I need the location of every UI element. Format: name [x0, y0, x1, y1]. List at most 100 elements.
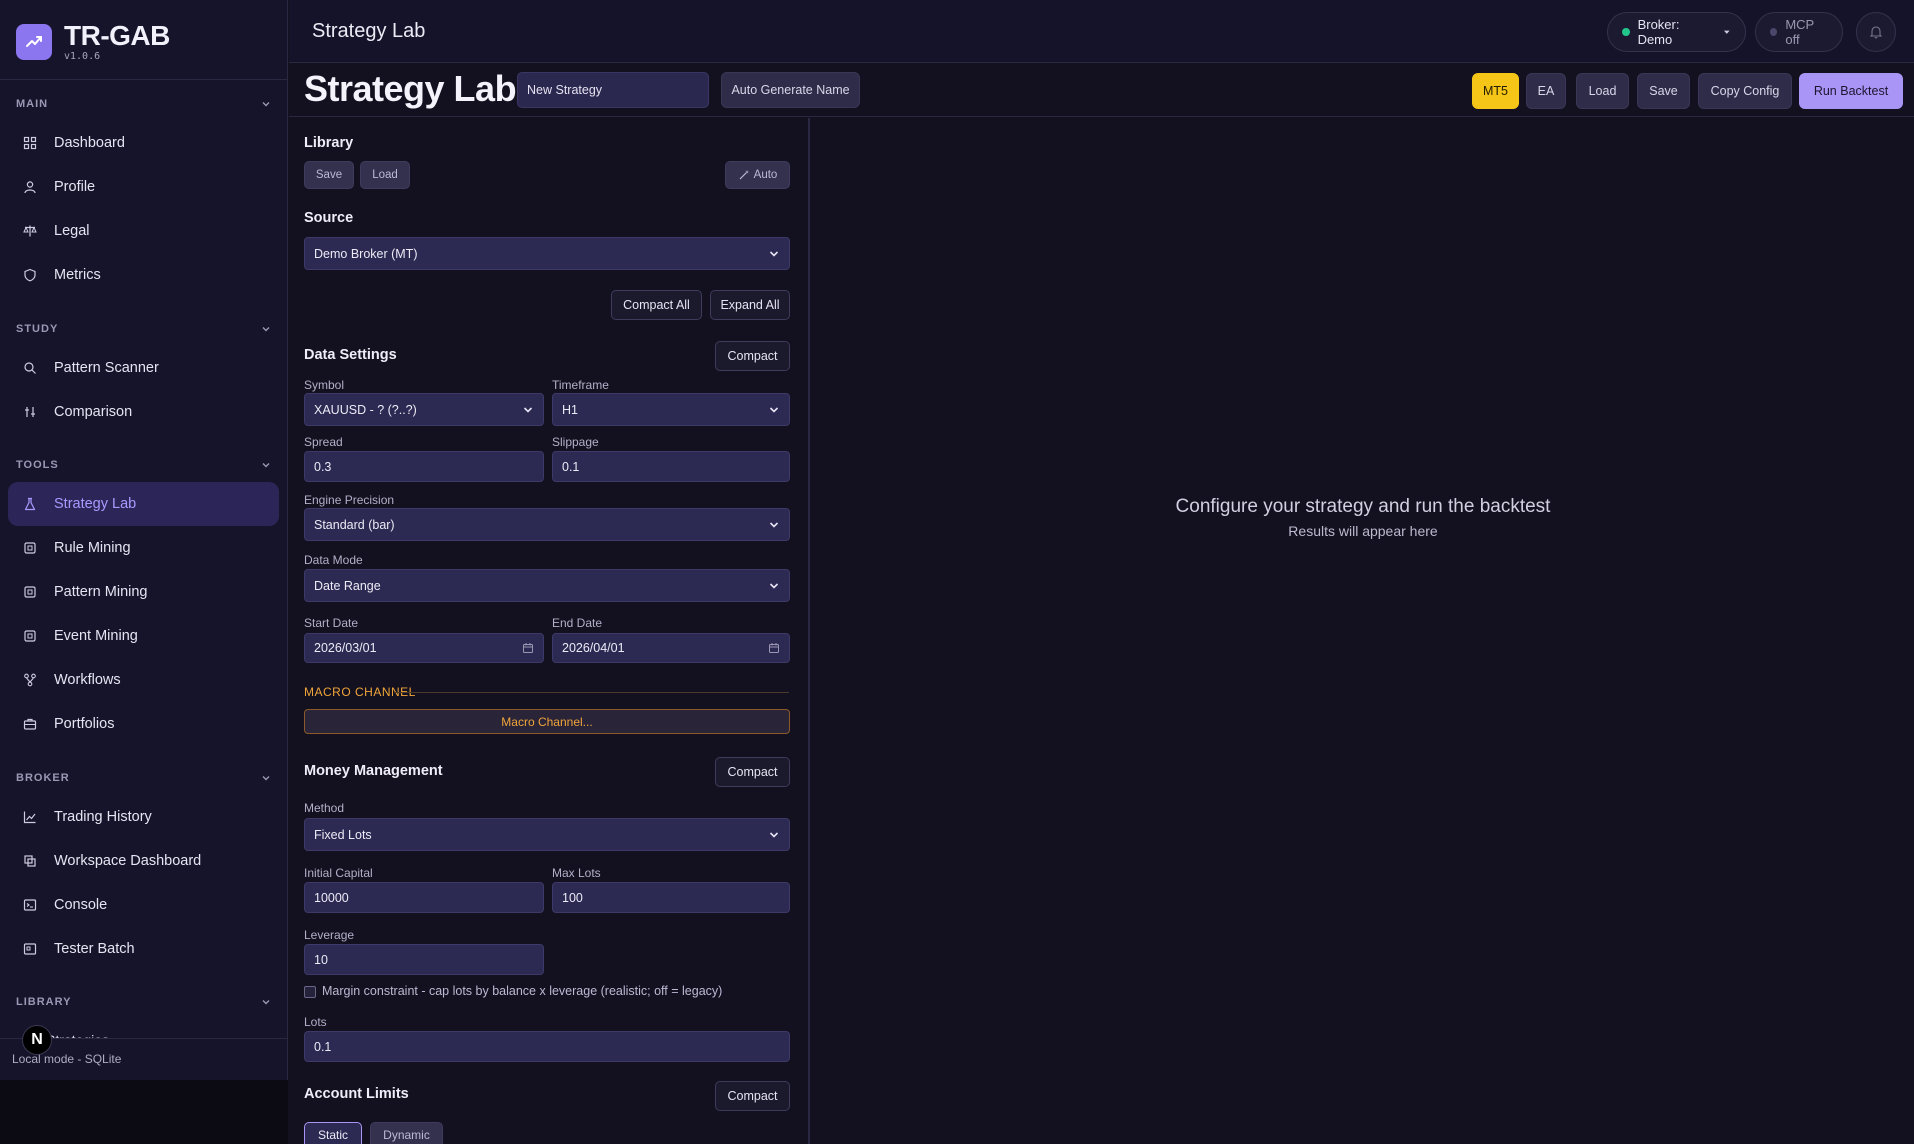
leverage-input[interactable]: 10: [304, 944, 544, 975]
section-library-header[interactable]: LIBRARY: [16, 994, 272, 1010]
sidebar-item-dashboard[interactable]: Dashboard: [8, 121, 279, 165]
broker-selector[interactable]: Broker: Demo: [1607, 12, 1746, 52]
section-tools-header[interactable]: TOOLS: [16, 457, 272, 473]
max-lots-input[interactable]: 100: [552, 882, 790, 913]
spread-input[interactable]: 0.3: [304, 451, 544, 482]
symbol-label: Symbol: [304, 378, 345, 392]
calendar-icon[interactable]: [522, 642, 534, 654]
end-date-input[interactable]: 2026/04/01: [552, 633, 790, 663]
sparkle-icon: [739, 170, 749, 180]
sidebar-item-workspace-dashboard[interactable]: Workspace Dashboard: [8, 839, 279, 883]
timeframe-select[interactable]: H1: [552, 393, 790, 426]
mt5-button[interactable]: MT5: [1472, 73, 1519, 109]
n-logo-badge[interactable]: N: [22, 1025, 52, 1055]
slippage-label: Slippage: [552, 435, 599, 449]
data-settings-compact-button[interactable]: Compact: [715, 341, 790, 371]
auto-generate-name-button[interactable]: Auto Generate Name: [721, 72, 860, 108]
brand[interactable]: TR-GAB v1.0.6: [16, 20, 170, 64]
sidebar-item-comparison[interactable]: Comparison: [8, 390, 279, 434]
copy-config-button[interactable]: Copy Config: [1698, 73, 1792, 109]
slippage-input[interactable]: 0.1: [552, 451, 790, 482]
chevron-down-icon: [768, 519, 780, 531]
section-study-header[interactable]: STUDY: [16, 321, 272, 337]
source-select[interactable]: Demo Broker (MT): [304, 237, 790, 270]
terminal-icon: [22, 897, 38, 913]
chart-trend-icon: [16, 24, 52, 60]
money-management-title: Money Management: [304, 763, 443, 779]
tab-dynamic[interactable]: Dynamic: [370, 1122, 443, 1144]
precision-select[interactable]: Standard (bar): [304, 508, 790, 541]
initial-capital-input[interactable]: 10000: [304, 882, 544, 913]
sidebar-item-tester-batch[interactable]: Tester Batch: [8, 927, 279, 971]
start-date-label: Start Date: [304, 616, 359, 630]
compare-icon: [22, 404, 38, 420]
sidebar-item-metrics[interactable]: Metrics: [8, 253, 279, 297]
divider: [0, 79, 288, 80]
start-date-input[interactable]: 2026/03/01: [304, 633, 544, 663]
compact-all-button[interactable]: Compact All: [611, 290, 702, 320]
divider: [394, 692, 789, 693]
user-icon: [22, 179, 38, 195]
sidebar-item-trading-history[interactable]: Trading History: [8, 795, 279, 839]
sidebar-item-pattern-mining[interactable]: Pattern Mining: [8, 570, 279, 614]
page-title: Strategy Lab: [312, 20, 426, 42]
library-load-button[interactable]: Load: [360, 161, 410, 189]
sidebar-item-event-mining[interactable]: Event Mining: [8, 614, 279, 658]
margin-constraint-label: Margin constraint - cap lots by balance …: [322, 984, 723, 998]
workflow-icon: [22, 672, 38, 688]
save-button[interactable]: Save: [1637, 73, 1690, 109]
lots-input[interactable]: 0.1: [304, 1031, 790, 1062]
chevron-down-icon: [262, 327, 270, 332]
sidebar-item-pattern-scanner[interactable]: Pattern Scanner: [8, 346, 279, 390]
end-date-label: End Date: [552, 616, 603, 630]
limits-compact-button[interactable]: Compact: [715, 1081, 790, 1111]
money-compact-button[interactable]: Compact: [715, 757, 790, 787]
lots-label: Lots: [304, 1015, 327, 1029]
leverage-label: Leverage: [304, 928, 355, 942]
sidebar-bottom: [0, 1080, 288, 1144]
sidebar-item-console[interactable]: Console: [8, 883, 279, 927]
method-select[interactable]: Fixed Lots: [304, 818, 790, 851]
section-broker-header[interactable]: BROKER: [16, 770, 272, 786]
empty-state-message: Configure your strategy and run the back…: [1175, 496, 1551, 517]
library-auto-button[interactable]: Auto: [725, 161, 790, 189]
data-settings-title: Data Settings: [304, 347, 397, 363]
brand-version: v1.0.6: [64, 51, 101, 62]
sidebar-item-strategy-lab[interactable]: Strategy Lab: [8, 482, 279, 526]
sidebar-item-workflows[interactable]: Workflows: [8, 658, 279, 702]
shield-icon: [22, 267, 38, 283]
symbol-select[interactable]: XAUUSD - ? (?..?): [304, 393, 544, 426]
topbar: Strategy Lab Broker: Demo MCP off: [289, 0, 1914, 63]
grid-icon: [22, 135, 38, 151]
strategy-lab-title: Strategy Lab: [304, 68, 517, 109]
macro-channel-button[interactable]: Macro Channel...: [304, 709, 790, 734]
bell-icon[interactable]: [1856, 12, 1896, 52]
calendar-icon[interactable]: [768, 642, 780, 654]
load-button[interactable]: Load: [1576, 73, 1629, 109]
run-backtest-button[interactable]: Run Backtest: [1799, 73, 1903, 109]
account-limits-title: Account Limits: [304, 1086, 409, 1102]
data-mode-select[interactable]: Date Range: [304, 569, 790, 602]
strategy-name-input[interactable]: [517, 72, 709, 108]
cube-icon: [22, 584, 38, 600]
expand-all-button[interactable]: Expand All: [710, 290, 790, 320]
sidebar-item-portfolios[interactable]: Portfolios: [8, 702, 279, 746]
chevron-down-icon: [262, 776, 270, 781]
sidebar-item-profile[interactable]: Profile: [8, 165, 279, 209]
section-main-header[interactable]: MAIN: [16, 96, 272, 112]
search-icon: [22, 360, 38, 376]
sidebar-item-rule-mining[interactable]: Rule Mining: [8, 526, 279, 570]
mcp-toggle[interactable]: MCP off: [1755, 12, 1843, 52]
data-mode-label: Data Mode: [304, 553, 363, 567]
test-icon: [22, 941, 38, 957]
flask-icon: [22, 496, 38, 512]
chevron-down-icon: [768, 829, 780, 841]
ea-button[interactable]: EA: [1526, 73, 1566, 109]
sidebar-item-legal[interactable]: Legal: [8, 209, 279, 253]
chevron-down-icon: [768, 248, 780, 260]
margin-constraint-checkbox[interactable]: [304, 986, 316, 998]
scale-icon: [22, 223, 38, 239]
strategy-header: Strategy Lab Auto Generate Name MT5 EA L…: [289, 64, 1914, 117]
tab-static[interactable]: Static: [304, 1122, 362, 1144]
library-save-button[interactable]: Save: [304, 161, 354, 189]
